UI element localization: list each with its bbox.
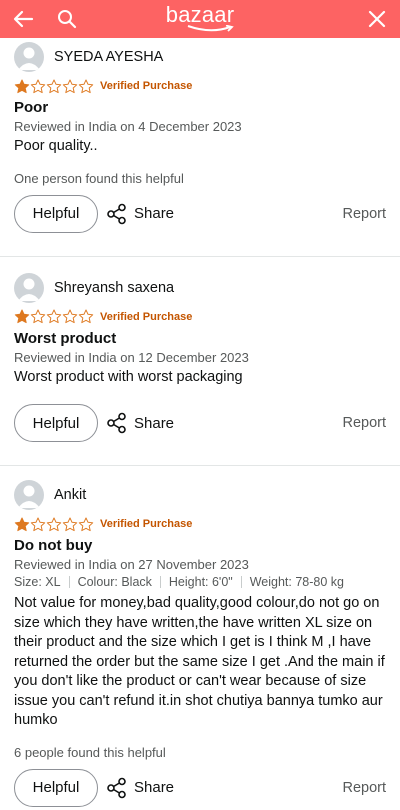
report-link[interactable]: Report	[342, 415, 386, 431]
review-body: Poor quality..	[14, 138, 98, 154]
star-rating	[14, 516, 94, 532]
helpful-count: One person found this helpful	[14, 170, 184, 186]
report-link[interactable]: Report	[342, 206, 386, 222]
avatar-icon	[14, 480, 44, 510]
avatar-icon	[14, 272, 44, 303]
star-empty-icon	[30, 516, 46, 531]
helpful-count: 6 people found this helpful	[14, 744, 166, 760]
helpful-button[interactable]: Helpful	[14, 404, 98, 442]
star-empty-icon	[62, 516, 78, 531]
logo-text: bazaar	[165, 2, 235, 27]
star-empty-icon	[46, 78, 62, 93]
reviewer-name[interactable]: Shreyansh saxena	[54, 280, 174, 296]
review-title: Poor	[14, 99, 49, 116]
review-body: Worst product with worst packaging	[14, 368, 243, 385]
reviewer-row: SYEDA AYESHA	[14, 38, 386, 76]
review-card: SYEDA AYESHA Verified Purchase Poor Revi…	[0, 38, 400, 236]
verified-purchase-badge: Verified Purchase	[100, 310, 193, 323]
variant-weight: Weight: 78-80 kg	[249, 575, 344, 589]
search-icon[interactable]	[54, 6, 80, 32]
variant-size: Size: XL	[14, 575, 61, 589]
review-title: Worst product	[14, 329, 117, 347]
share-label: Share	[134, 205, 175, 222]
helpful-button[interactable]: Helpful	[14, 768, 98, 807]
variant-details: Size: XL Colour: Black Height: 6'0" Weig…	[14, 575, 386, 589]
star-filled-icon	[14, 309, 30, 324]
star-empty-icon	[78, 516, 94, 531]
bazaar-logo[interactable]: bazaar	[164, 2, 236, 32]
star-empty-icon	[46, 516, 62, 531]
star-rating	[14, 78, 94, 94]
star-empty-icon	[30, 78, 46, 93]
review-body: Not value for money,bad quality,good col…	[14, 595, 385, 728]
back-arrow-icon[interactable]	[10, 6, 36, 32]
review-actions: Helpful Share Report	[14, 401, 386, 445]
reviewer-name[interactable]: Ankit	[54, 487, 86, 503]
review-card: Shreyansh saxena Verified Purchase Worst…	[0, 257, 400, 446]
share-button[interactable]: Share	[106, 203, 174, 225]
reviewer-row: Shreyansh saxena	[14, 269, 386, 307]
close-icon[interactable]	[364, 6, 390, 32]
star-empty-icon	[46, 309, 62, 324]
star-empty-icon	[62, 309, 78, 324]
share-icon	[107, 412, 126, 434]
report-link[interactable]: Report	[342, 780, 386, 796]
meta-divider	[240, 576, 242, 588]
meta-divider	[68, 576, 70, 588]
rating-row: Verified Purchase	[14, 76, 386, 96]
review-date: Reviewed in India on 27 November 2023	[14, 557, 249, 572]
variant-colour: Colour: Black	[77, 575, 152, 589]
helpful-button[interactable]: Helpful	[14, 194, 98, 233]
review-title: Do not buy	[14, 537, 93, 554]
review-card: Ankit Verified Purchase Do not buy Revie…	[0, 466, 400, 810]
review-actions: Helpful Share Report	[14, 192, 386, 236]
star-empty-icon	[30, 309, 46, 324]
share-label: Share	[134, 779, 175, 796]
reviews-list: SYEDA AYESHA Verified Purchase Poor Revi…	[0, 38, 400, 810]
rating-row: Verified Purchase	[14, 514, 386, 534]
share-label: Share	[134, 414, 175, 432]
reviewer-row: Ankit	[14, 476, 386, 514]
top-bar: bazaar	[0, 0, 400, 38]
star-empty-icon	[78, 78, 94, 93]
share-icon	[107, 203, 126, 224]
avatar-icon	[14, 42, 44, 72]
reviewer-name[interactable]: SYEDA AYESHA	[54, 49, 163, 65]
star-filled-icon	[14, 78, 30, 93]
review-date: Reviewed in India on 12 December 2023	[14, 349, 249, 365]
top-bar-left	[10, 6, 80, 32]
variant-height: Height: 6'0"	[168, 575, 233, 589]
review-actions: Helpful Share Report	[14, 766, 386, 810]
meta-divider	[159, 576, 161, 588]
verified-purchase-badge: Verified Purchase	[100, 80, 193, 92]
star-filled-icon	[14, 516, 30, 531]
star-empty-icon	[62, 78, 78, 93]
star-rating	[14, 309, 94, 324]
verified-purchase-badge: Verified Purchase	[100, 518, 193, 530]
rating-row: Verified Purchase	[14, 307, 386, 327]
star-empty-icon	[78, 309, 94, 324]
share-button[interactable]: Share	[106, 412, 174, 434]
review-date: Reviewed in India on 4 December 2023	[14, 119, 242, 134]
